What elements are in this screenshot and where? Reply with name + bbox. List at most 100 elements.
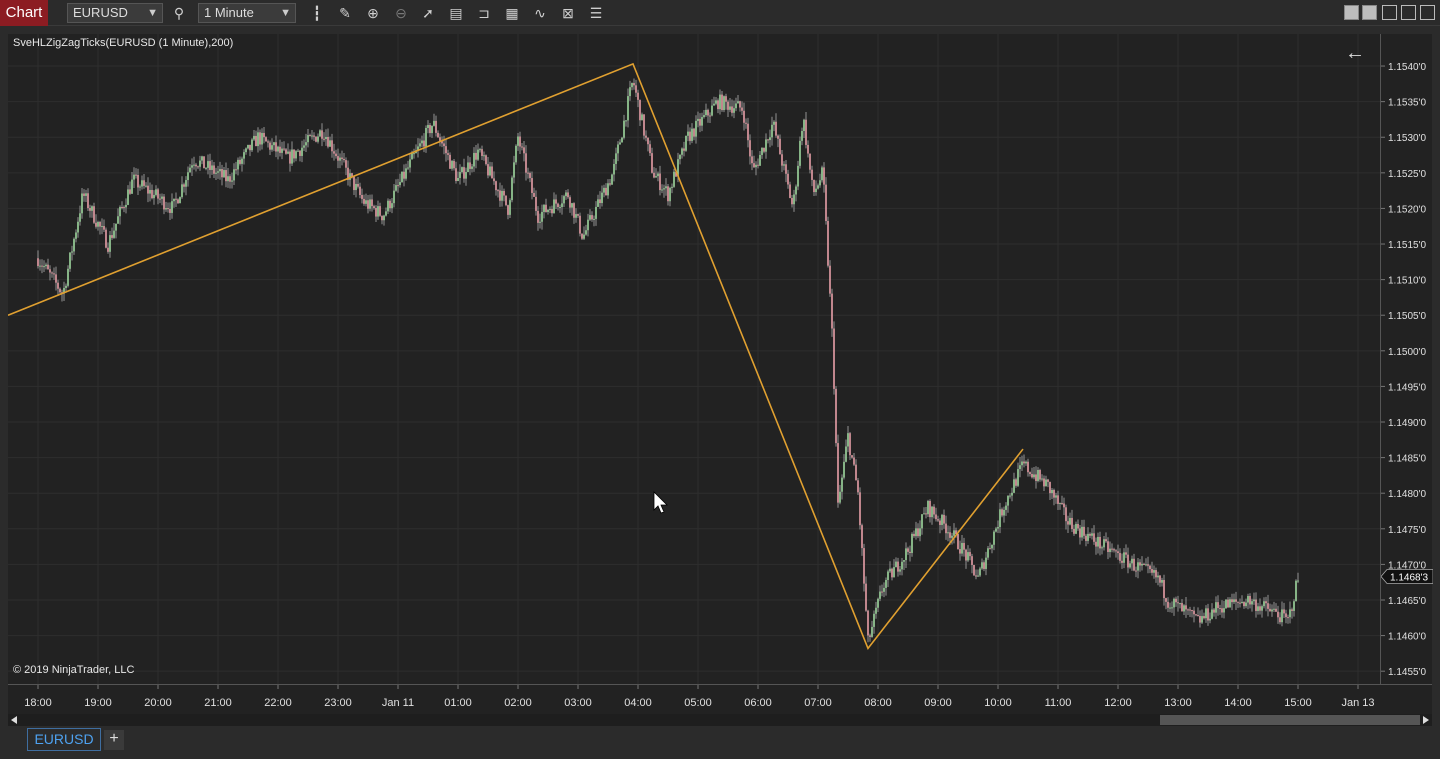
candle-body xyxy=(973,564,975,576)
list-icon[interactable]: ☰ xyxy=(587,4,605,22)
candle-body xyxy=(779,138,781,155)
candle-body xyxy=(1119,553,1121,561)
close-button[interactable] xyxy=(1420,5,1435,20)
candle-body xyxy=(1059,503,1061,505)
search-icon[interactable]: ⚲ xyxy=(170,4,188,22)
candle-body xyxy=(491,166,493,179)
candle-body xyxy=(575,214,577,218)
candle-body xyxy=(255,135,257,147)
candle-body xyxy=(901,561,903,570)
candle-body xyxy=(381,215,383,221)
candle-body xyxy=(205,167,207,169)
price-plot[interactable] xyxy=(7,34,1380,684)
candle-body xyxy=(1039,469,1041,480)
candle-body xyxy=(823,167,825,185)
candle-body xyxy=(79,213,81,222)
candle-body xyxy=(741,107,743,111)
price-tick-label: 1.1460'0 xyxy=(1388,632,1426,643)
candle-body xyxy=(109,235,111,252)
zoom-in-icon[interactable]: ⊕ xyxy=(364,4,382,22)
candle-body xyxy=(899,569,901,572)
price-axis[interactable]: 1.1540'0 1.1535'0 1.1530'0 1.1525'0 1.1520'0… xyxy=(1380,34,1434,684)
candle-body xyxy=(643,114,645,136)
tile-left-button[interactable] xyxy=(1344,5,1359,20)
candle-body xyxy=(835,388,837,444)
time-axis[interactable]: 18:00 19:00 20:00 21:00 22:00 23:00 Jan 11 01:0… xyxy=(8,684,1432,714)
candle-body xyxy=(337,156,339,161)
candle-body xyxy=(295,151,297,159)
candle-body xyxy=(723,96,725,111)
time-tick-label: 04:00 xyxy=(624,697,652,709)
candle-body xyxy=(59,288,61,293)
candle-body xyxy=(1273,608,1275,610)
candle-body xyxy=(167,208,169,210)
candle-body xyxy=(1067,521,1069,525)
horizontal-scrollbar[interactable] xyxy=(8,714,1432,726)
candle-body xyxy=(1127,554,1129,568)
bar-style-icon[interactable]: ┇ xyxy=(308,4,326,22)
candle-body xyxy=(703,115,705,118)
candle-body xyxy=(1289,609,1291,618)
candle-body xyxy=(601,192,603,204)
back-arrow-icon[interactable]: ← xyxy=(1345,42,1365,65)
candle-body xyxy=(775,121,777,136)
candle-body xyxy=(549,209,551,211)
zoom-out-icon[interactable]: ⊖ xyxy=(392,4,410,22)
chart-panel[interactable] xyxy=(7,34,1380,684)
time-tick-label: 07:00 xyxy=(804,697,832,709)
candle-body xyxy=(1057,495,1059,504)
maximize-button[interactable] xyxy=(1401,5,1416,20)
candle-body xyxy=(455,168,457,182)
candle-body xyxy=(1201,616,1203,623)
data-box-icon[interactable]: ▤ xyxy=(447,4,465,22)
candle-body xyxy=(745,122,747,124)
candle-body xyxy=(195,164,197,167)
candle-body xyxy=(633,83,635,86)
candle-body xyxy=(1029,472,1031,474)
candle-body xyxy=(309,135,311,137)
candle-body xyxy=(699,118,701,126)
candle-body xyxy=(67,268,69,286)
candle-body xyxy=(133,174,135,180)
indicators-icon[interactable]: ∿ xyxy=(531,4,549,22)
mouse-cursor-icon xyxy=(653,491,668,514)
draw-icon[interactable]: ✎ xyxy=(336,4,354,22)
candle-body xyxy=(1287,617,1289,619)
pointer-icon[interactable]: ➚ xyxy=(419,4,437,22)
candle-body xyxy=(681,148,683,155)
templates-icon[interactable]: ⊐ xyxy=(475,4,493,22)
candle-body xyxy=(865,583,867,611)
candle-body xyxy=(749,140,751,157)
candle-body xyxy=(427,125,429,128)
time-tick-label: 14:00 xyxy=(1224,697,1252,709)
minimize-button[interactable] xyxy=(1382,5,1397,20)
candle-body xyxy=(469,162,471,169)
candle-body xyxy=(373,206,375,209)
candle-body xyxy=(1175,598,1177,603)
candle-body xyxy=(185,180,187,187)
candle-body xyxy=(221,169,223,178)
candle-body xyxy=(1121,560,1123,563)
candle-body xyxy=(335,153,337,157)
strategies-icon[interactable]: ▦ xyxy=(503,4,521,22)
tab-eurusd[interactable]: EURUSD xyxy=(27,728,101,751)
candle-body xyxy=(429,125,431,134)
candle-body xyxy=(557,203,559,208)
candle-body xyxy=(1083,526,1085,536)
price-tick-label: 1.1540'0 xyxy=(1388,62,1426,73)
interval-selector[interactable]: 1 Minute ▼ xyxy=(198,3,296,23)
candle-body xyxy=(1143,563,1145,565)
instrument-selector[interactable]: EURUSD ▼ xyxy=(67,3,163,23)
candle-body xyxy=(1267,603,1269,609)
candle-body xyxy=(179,197,181,204)
candle-body xyxy=(805,119,807,145)
scroll-thumb[interactable] xyxy=(1160,715,1420,725)
candle-body xyxy=(391,203,393,209)
add-tab-button[interactable]: + xyxy=(104,730,124,750)
candle-body xyxy=(1033,474,1035,478)
candle-body xyxy=(121,207,123,209)
properties-icon[interactable]: ⊠ xyxy=(559,4,577,22)
tile-right-button[interactable] xyxy=(1362,5,1377,20)
candle-body xyxy=(95,222,97,227)
candle-body xyxy=(449,154,451,169)
